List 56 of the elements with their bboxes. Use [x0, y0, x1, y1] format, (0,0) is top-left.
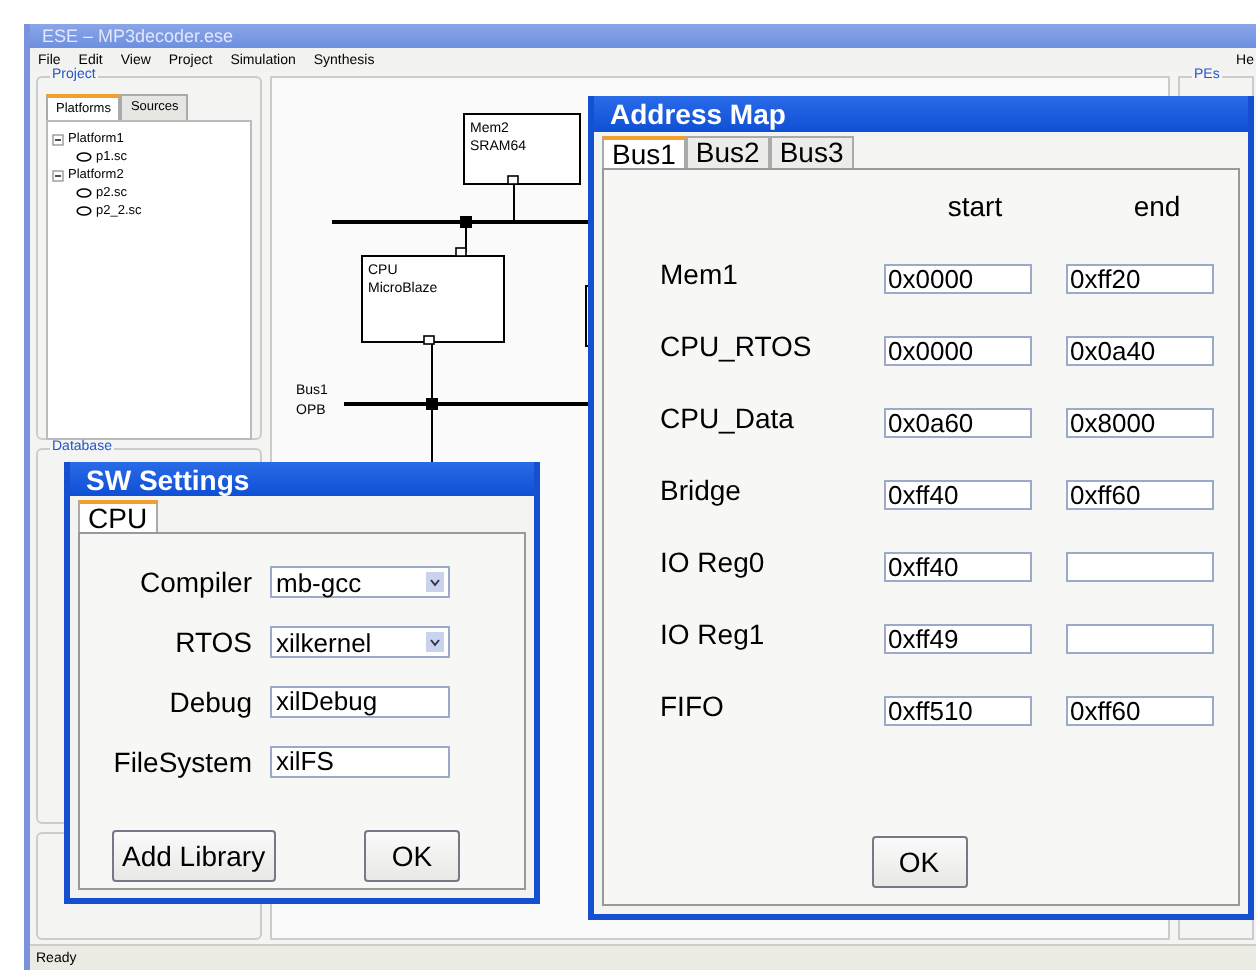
input-field[interactable]: 0xff60 — [1066, 479, 1214, 509]
input-field[interactable]: 0x0a40 — [1066, 335, 1214, 365]
row-label: Mem1 — [660, 256, 740, 294]
field-label: Debug — [167, 686, 252, 718]
dropdown[interactable]: mb-gcc — [270, 566, 450, 598]
field-label: Compiler — [137, 566, 252, 598]
input-field[interactable]: 0xff20 — [1066, 263, 1214, 293]
row-label: Bridge — [660, 472, 743, 510]
input-field[interactable]: 0xff510 — [884, 695, 1032, 725]
tab[interactable]: Bus2 — [685, 136, 770, 168]
port-icon — [507, 175, 519, 185]
window-title: ESE – MP3decoder.ese — [42, 26, 234, 46]
input-field[interactable] — [1066, 551, 1214, 581]
input-field[interactable]: 0xff40 — [884, 551, 1032, 581]
component-block[interactable] — [463, 113, 581, 185]
file-icon — [76, 152, 92, 162]
column-header: start — [945, 190, 1005, 222]
column-header: end — [1131, 190, 1183, 222]
input-field[interactable]: 0xff40 — [884, 479, 1032, 509]
input-field[interactable]: 0xff49 — [884, 623, 1032, 653]
input-field[interactable]: 0x0000 — [884, 263, 1032, 293]
field-label: FileSystem — [111, 746, 252, 778]
row-label: CPU_Data — [660, 400, 796, 438]
input-field[interactable]: 0x8000 — [1066, 407, 1214, 437]
junction-icon — [426, 398, 438, 410]
ok-button[interactable]: OK — [364, 830, 460, 882]
dropdown-value: xilkernel — [276, 627, 372, 657]
collapse-icon[interactable] — [52, 133, 64, 145]
add-library-button[interactable]: Add Library — [112, 830, 276, 882]
input-field[interactable] — [1066, 623, 1214, 653]
row-label: CPU_RTOS — [660, 328, 814, 366]
tab[interactable]: Bus1 — [602, 136, 686, 168]
ok-button[interactable]: OK — [871, 836, 967, 888]
port-icon — [455, 247, 467, 257]
caret-icon — [426, 632, 444, 652]
dropdown[interactable]: xilkernel — [270, 626, 450, 658]
input-field[interactable]: xilFS — [270, 746, 450, 778]
dropdown-value: mb-gcc — [276, 567, 362, 597]
component-block[interactable] — [361, 255, 505, 343]
input-field[interactable]: 0x0a60 — [884, 407, 1032, 437]
row-label: IO Reg0 — [660, 544, 767, 582]
input-field[interactable]: xilDebug — [270, 686, 450, 718]
input-field[interactable]: 0x0000 — [884, 335, 1032, 365]
row-label: IO Reg1 — [660, 616, 767, 654]
dialog-title: SW Settings — [86, 463, 250, 495]
row-label: FIFO — [660, 688, 726, 726]
collapse-icon[interactable] — [52, 169, 64, 181]
junction-icon — [460, 216, 472, 228]
connector-line — [513, 181, 515, 223]
dialog-title: Address Map — [610, 98, 786, 130]
field-label: RTOS — [173, 626, 252, 658]
caret-icon — [426, 572, 444, 592]
port-icon — [423, 335, 435, 345]
input-field[interactable]: 0xff60 — [1066, 695, 1214, 725]
tab[interactable]: Bus3 — [769, 136, 854, 168]
tab[interactable]: CPU — [78, 500, 158, 532]
